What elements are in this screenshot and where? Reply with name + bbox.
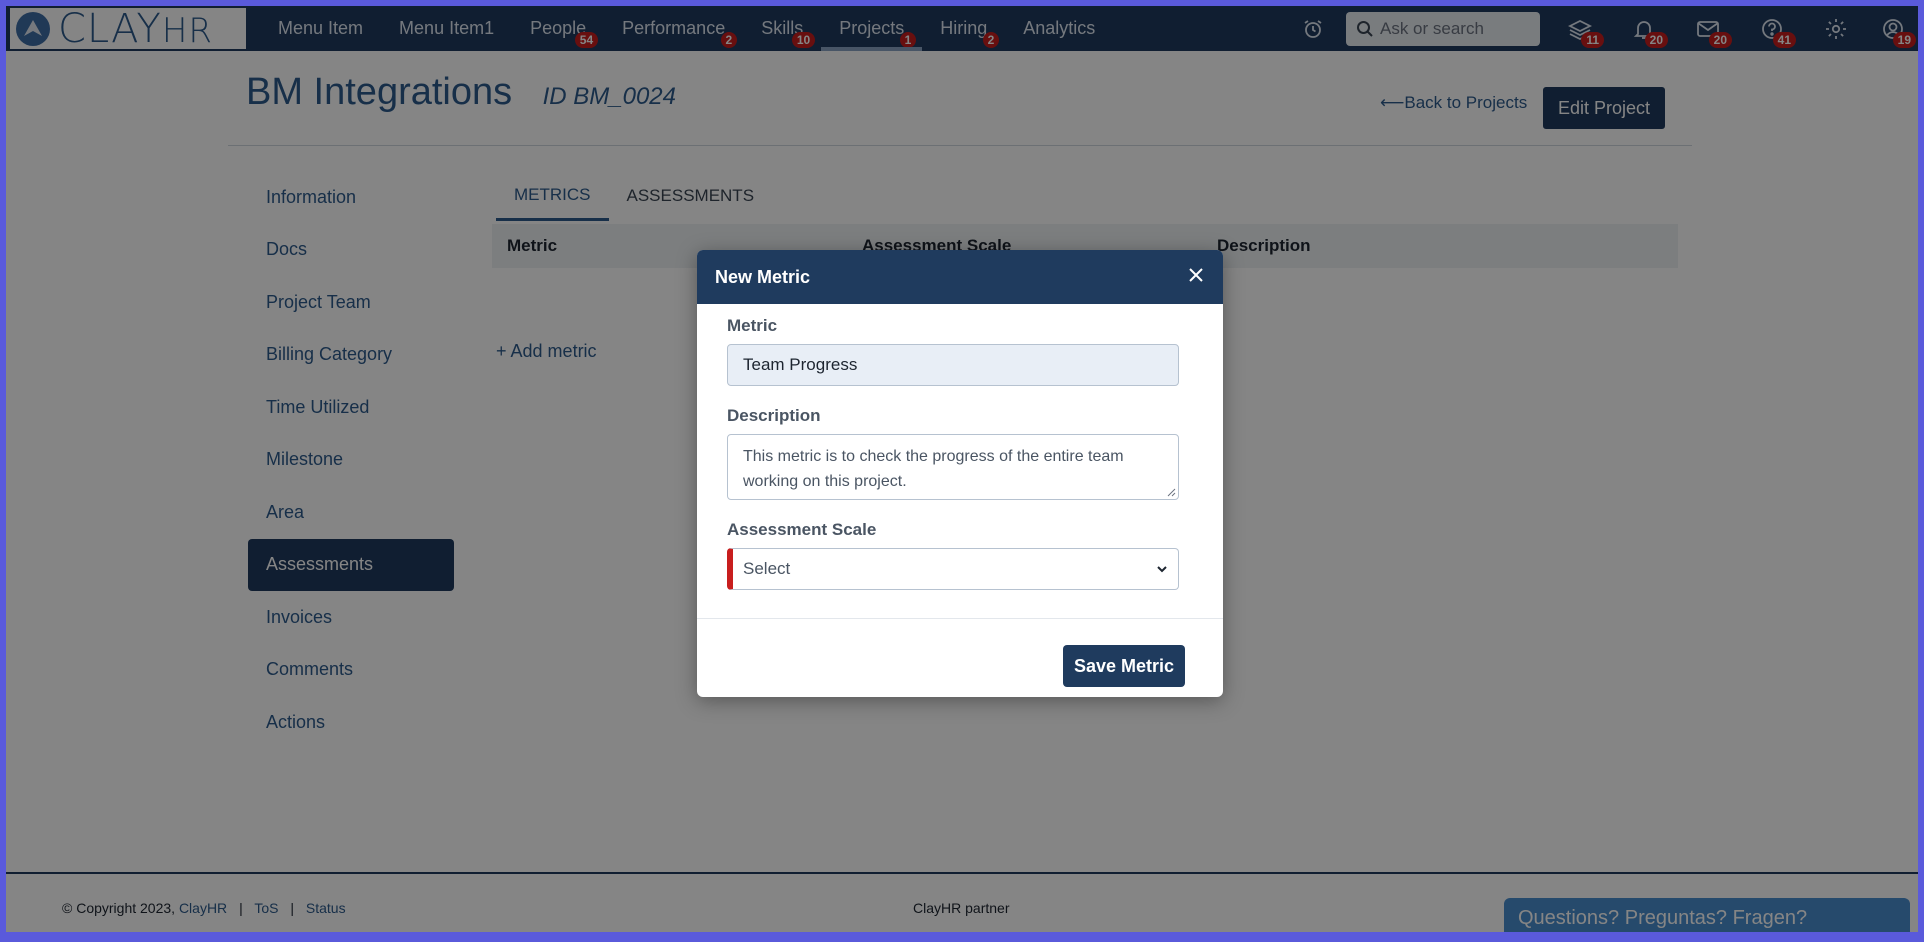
metric-input[interactable]: Team Progress bbox=[727, 344, 1179, 386]
description-label: Description bbox=[727, 406, 821, 425]
chevron-down-icon bbox=[1157, 566, 1167, 573]
description-textarea[interactable]: This metric is to check the progress of … bbox=[727, 434, 1179, 500]
resize-handle-icon[interactable] bbox=[1166, 487, 1176, 497]
metric-label: Metric bbox=[727, 316, 778, 335]
modal-footer-divider bbox=[697, 618, 1223, 619]
close-icon[interactable] bbox=[1187, 266, 1205, 284]
assessment-scale-label: Assessment Scale bbox=[727, 520, 877, 539]
app-frame: CLAYHR Menu Item Menu Item1 People 54 Per… bbox=[6, 6, 1918, 932]
modal-body: Metric Team Progress Description This me… bbox=[697, 304, 1223, 590]
modal-title: New Metric bbox=[715, 266, 811, 287]
save-metric-button[interactable]: Save Metric bbox=[1063, 645, 1185, 687]
assessment-scale-select[interactable]: Select bbox=[727, 548, 1179, 590]
new-metric-modal: New Metric Metric Team Progress Descript… bbox=[697, 250, 1223, 697]
modal-header: New Metric bbox=[697, 250, 1223, 304]
